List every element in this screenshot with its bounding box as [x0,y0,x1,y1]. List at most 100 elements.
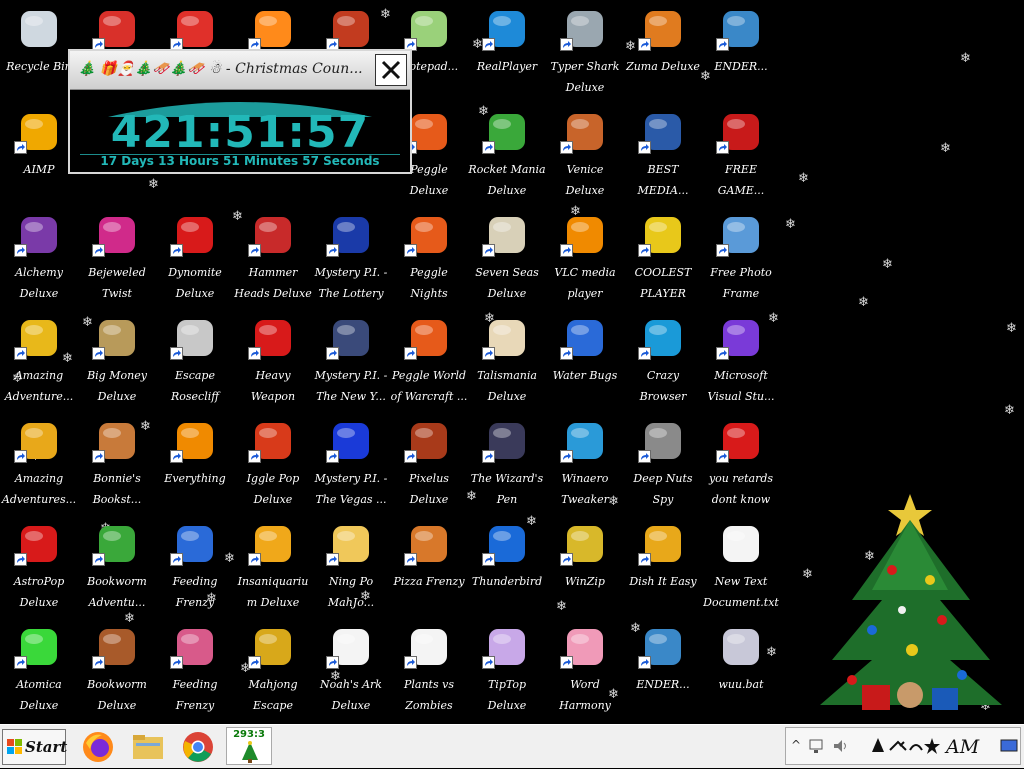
desktop-icon-label: WinZip [565,575,605,588]
christmas-tree-icon [242,741,258,763]
desktop-icon[interactable]: Peggle World of Warcraft ... [390,311,468,411]
desktop-icon-label: Water Bugs [552,369,618,382]
system-tray: ^ AM [785,727,1021,765]
desktop-icon-label: FREE GAME... [717,163,765,197]
desktop-icon[interactable]: Plants vs Zombies [390,620,468,720]
desktop-icon[interactable]: Talismania Deluxe [468,311,546,411]
desktop-icon[interactable]: Bookworm Adventu... [78,517,156,617]
shortcut-arrow-icon [482,450,495,463]
chrome-icon [183,732,213,762]
desktop-icon[interactable]: Seven Seas Deluxe [468,208,546,308]
desktop-icon[interactable]: VLC media player [546,208,624,308]
shortcut-arrow-icon [326,450,339,463]
show-desktop-icon[interactable] [1000,738,1018,754]
shortcut-arrow-icon [560,450,573,463]
desktop-icon[interactable]: wuu.bat [702,620,780,720]
desktop-icon[interactable]: FREE GAME... [702,105,780,205]
desktop-icon[interactable]: Venice Deluxe [546,105,624,205]
desktop-icon[interactable]: Dish It Easy [624,517,702,617]
close-button[interactable] [375,54,407,86]
desktop-icon[interactable]: Feeding Frenzy Deluxe [156,620,234,720]
desktop-icon[interactable]: Thunderbird [468,517,546,617]
christmas-countdown-window[interactable]: 🎄 🎁🎅🎄🛷🎄🛷 ☃ - Christmas Coun... 421:51:57… [68,49,412,174]
desktop-icon[interactable]: ENDER... [702,2,780,102]
desktop-icon[interactable]: New Text Document.txt [702,517,780,617]
desktop-icon[interactable]: Feeding Frenzy Deluxe [156,517,234,617]
desktop-icon[interactable]: Mystery P.I. - The Lottery ... [312,208,390,308]
desktop-icon[interactable]: Insaniquarium Deluxe [234,517,312,617]
snowflake-icon: ❄ [960,51,971,66]
countdown-taskbar-button[interactable]: 293:3 [226,727,272,765]
desktop-icon[interactable]: Rocket Mania Deluxe [468,105,546,205]
clock[interactable]: AM [946,736,979,758]
desktop-icon[interactable]: Pixelus Deluxe [390,414,468,514]
desktop-icon[interactable]: Escape Rosecliff Island [156,311,234,411]
desktop-icon[interactable]: Peggle Nights Deluxe [390,208,468,308]
desktop-icon[interactable]: Heavy Weapon Deluxe [234,311,312,411]
desktop-icon[interactable]: Bookworm Deluxe [78,620,156,720]
windows-logo-icon [7,739,22,754]
desktop-icon[interactable]: Deep Nuts Spy [624,414,702,514]
shortcut-arrow-icon [716,450,729,463]
snowflake-icon: ❄ [798,171,809,186]
desktop-icon[interactable]: AstroPop Deluxe [0,517,78,617]
start-button[interactable]: Start [2,729,68,765]
desktop-icon[interactable]: Everything [156,414,234,514]
desktop-icon[interactable]: RealPlayer [468,2,546,102]
desktop-icon[interactable]: Atomica Deluxe [0,620,78,720]
desktop-icon[interactable]: Recycle Bin [0,2,78,102]
shortcut-arrow-icon [716,141,729,154]
desktop-icon[interactable]: Water Bugs [546,311,624,411]
desktop-icon[interactable]: WinZip [546,517,624,617]
desktop-icon[interactable]: Ning Po MahJo... [312,517,390,617]
snowflake-icon: ❄ [858,295,869,310]
shortcut-arrow-icon [560,141,573,154]
desktop-icon[interactable]: Amazing Adventures... [0,414,78,514]
desktop-icon[interactable]: Bejeweled Twist [78,208,156,308]
desktop-icon[interactable]: Hammer Heads Deluxe [234,208,312,308]
volume-icon[interactable] [832,738,850,754]
desktop-icon[interactable]: Dynomite Deluxe [156,208,234,308]
desktop-icon[interactable]: Mystery P.I. - The Vegas ... [312,414,390,514]
desktop-icon[interactable]: Crazy Browser [624,311,702,411]
desktop-icon[interactable]: Bonnie's Bookst... [78,414,156,514]
desktop-icon-label: Word Harmony Deluxe [559,678,611,712]
desktop-icon[interactable]: Typer Shark Deluxe [546,2,624,102]
desktop-icon[interactable]: Mystery P.I. - The New Y... [312,311,390,411]
desktop-icon[interactable]: Noah's Ark Deluxe [312,620,390,720]
desktop-icon-label: Feeding Frenzy Deluxe [172,575,218,609]
desktop-icon[interactable]: The Wizard's Pen [468,414,546,514]
network-icon[interactable] [808,738,826,754]
desktop-icon[interactable]: ENDER... [624,620,702,720]
chrome-pin[interactable] [180,729,216,765]
firefox-pin[interactable] [80,729,116,765]
desktop-icon[interactable]: AIMP [0,105,78,205]
desktop-icon[interactable]: Free Photo Frame [702,208,780,308]
desktop-icon-label: Mystery P.I. - The Lottery ... [314,266,388,300]
shortcut-arrow-icon [92,656,105,669]
desktop-icon[interactable]: Alchemy Deluxe [0,208,78,308]
desktop-icon[interactable]: Iggle Pop Deluxe [234,414,312,514]
file-explorer-pin[interactable] [130,729,166,765]
desktop-icon[interactable]: Microsoft Visual Stu... [702,311,780,411]
desktop[interactable]: ❄❄❄❄❄❄❄❄❄❄❄❄❄❄❄❄❄❄❄❄❄❄❄❄❄❄❄❄❄❄❄❄❄❄❄❄❄❄❄❄… [0,0,1024,724]
desktop-icon-label: Recycle Bin [6,60,72,73]
desktop-icon-label: Crazy Browser [639,369,687,403]
desktop-icon[interactable]: Amazing Adventure... [0,311,78,411]
desktop-icon-label: Ning Po MahJo... [327,575,375,609]
desktop-icon[interactable]: Word Harmony Deluxe [546,620,624,720]
desktop-icon[interactable]: Zuma Deluxe [624,2,702,102]
desktop-icon[interactable]: Mahjong Escape Ancient China [234,620,312,720]
desktop-icon[interactable]: Big Money Deluxe [78,311,156,411]
snowflake-icon: ❄ [940,141,951,156]
desktop-icon[interactable]: TipTop Deluxe [468,620,546,720]
show-hidden-icons-button[interactable]: ^ [791,738,801,752]
desktop-icon[interactable]: COOLEST PLAYER [624,208,702,308]
desktop-icon[interactable]: Pizza Frenzy [390,517,468,617]
desktop-icon[interactable]: you retards dont know how to ... [702,414,780,514]
countdown-title-bar[interactable]: 🎄 🎁🎅🎄🛷🎄🛷 ☃ - Christmas Coun... [70,51,410,90]
desktop-icon[interactable]: BEST MEDIA... [624,105,702,205]
start-label: Start [25,738,68,756]
desktop-icon[interactable]: Winaero Tweaker [546,414,624,514]
desktop-icon-label: Microsoft Visual Stu... [707,369,775,403]
